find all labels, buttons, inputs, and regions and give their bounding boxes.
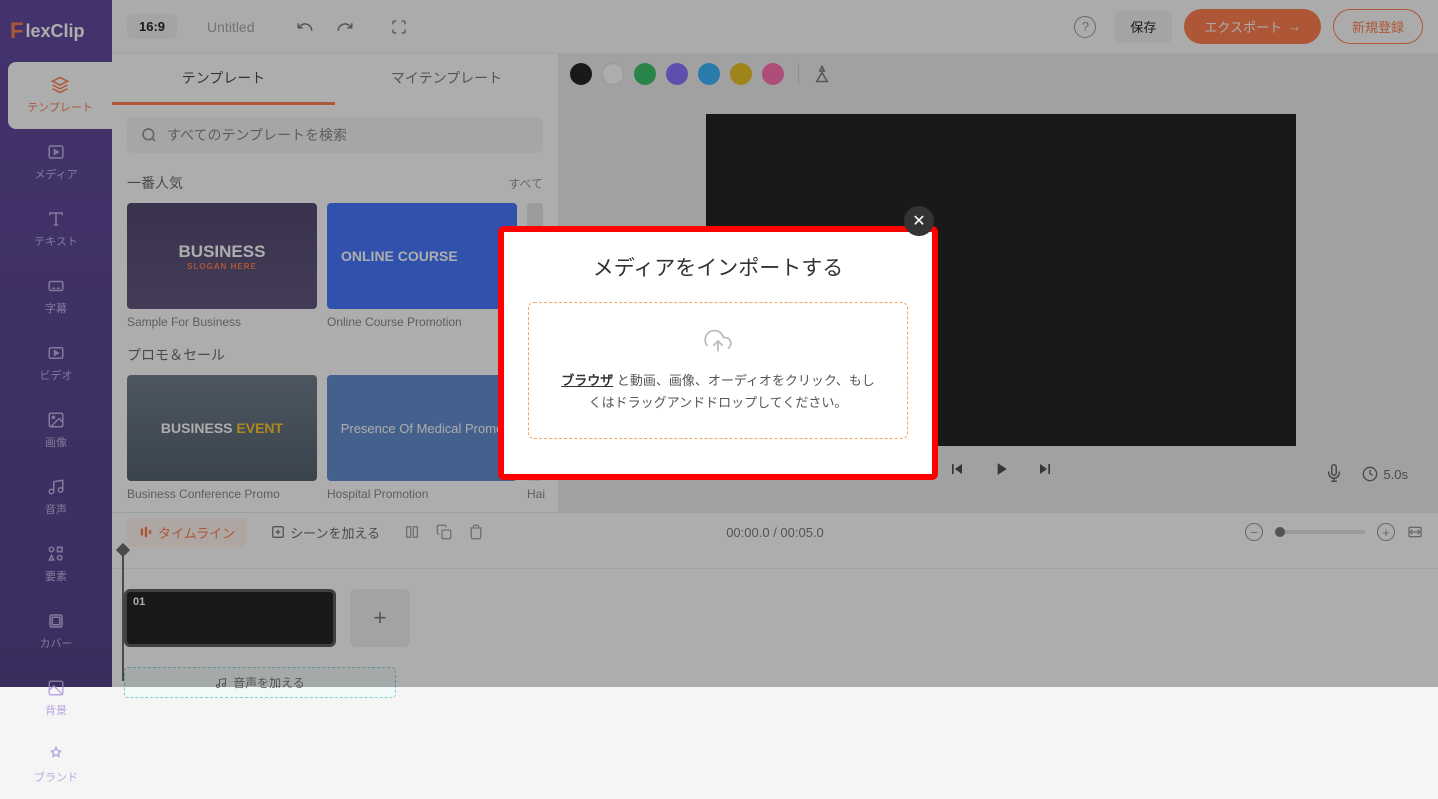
modal-close-button[interactable]: ✕ [904,206,934,236]
upload-cloud-icon [702,327,734,355]
dropzone[interactable]: ブラウザ と動画、画像、オーディオをクリック、もしくはドラッグアンドドロップして… [528,302,908,439]
brand-icon [47,746,65,764]
sidebar-label: ブランド [34,769,78,785]
browse-link[interactable]: ブラウザ [561,373,613,388]
dropzone-text: ブラウザ と動画、画像、オーディオをクリック、もしくはドラッグアンドドロップして… [559,370,877,414]
modal-title: メディアをインポートする [528,252,908,282]
import-media-modal: ✕ メディアをインポートする ブラウザ と動画、画像、オーディオをクリック、もし… [498,226,938,480]
sidebar-item-brand[interactable]: ブランド [0,732,112,799]
sidebar-label: 背景 [45,702,67,718]
